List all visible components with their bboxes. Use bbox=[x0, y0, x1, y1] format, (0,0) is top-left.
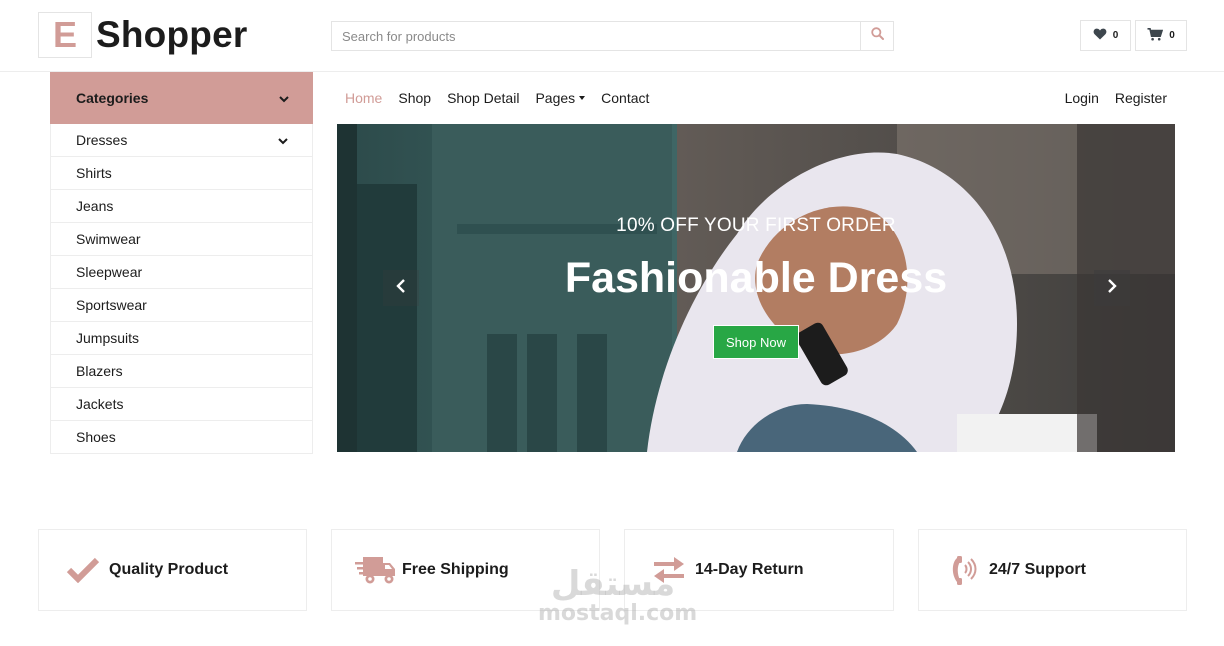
chevron-left-icon bbox=[396, 278, 406, 298]
wishlist-button[interactable]: 0 bbox=[1080, 20, 1131, 51]
feature-free-shipping: Free Shipping bbox=[331, 529, 600, 611]
category-item-sleepwear[interactable]: Sleepwear bbox=[51, 256, 312, 289]
logo[interactable]: E Shopper bbox=[38, 12, 247, 58]
nav-link-shop-detail[interactable]: Shop Detail bbox=[447, 90, 519, 106]
category-label: Blazers bbox=[76, 363, 123, 379]
category-item-jeans[interactable]: Jeans bbox=[51, 190, 312, 223]
hero-carousel: 10% OFF YOUR FIRST ORDER Fashionable Dre… bbox=[337, 124, 1175, 452]
category-label: Sleepwear bbox=[76, 264, 143, 280]
chevron-right-icon bbox=[1107, 278, 1117, 298]
category-label: Jumpsuits bbox=[76, 330, 140, 346]
category-item-jumpsuits[interactable]: Jumpsuits bbox=[51, 322, 312, 355]
nav-link-contact[interactable]: Contact bbox=[601, 90, 649, 106]
categories-toggle[interactable]: Categories bbox=[50, 72, 313, 124]
nav-link-shop[interactable]: Shop bbox=[398, 90, 431, 106]
category-label: Jeans bbox=[76, 198, 114, 214]
auth-links: Login Register bbox=[1049, 90, 1175, 106]
carousel-next-button[interactable] bbox=[1094, 270, 1130, 306]
category-label: Sportswear bbox=[76, 297, 147, 313]
cart-button[interactable]: 0 bbox=[1135, 20, 1187, 51]
category-item-swimwear[interactable]: Swimwear bbox=[51, 223, 312, 256]
feature-label: 24/7 Support bbox=[989, 561, 1086, 578]
category-label: Shoes bbox=[76, 429, 116, 445]
feature-quality-product: Quality Product bbox=[38, 529, 307, 611]
feature-day-return: 14-Day Return bbox=[624, 529, 894, 611]
search-button[interactable] bbox=[860, 21, 894, 51]
feature-label: 14-Day Return bbox=[695, 561, 804, 578]
search-bar bbox=[331, 21, 894, 51]
feature-label: Free Shipping bbox=[402, 561, 509, 578]
logo-name: Shopper bbox=[96, 14, 248, 55]
category-item-shoes[interactable]: Shoes bbox=[51, 421, 312, 454]
chevron-down-icon bbox=[278, 132, 288, 148]
nav-link-register[interactable]: Register bbox=[1115, 90, 1167, 106]
feature-support: 24/7 Support bbox=[918, 529, 1187, 611]
exchange-icon bbox=[647, 550, 691, 590]
categories-title: Categories bbox=[76, 90, 149, 106]
chevron-down-icon bbox=[279, 90, 289, 106]
shop-now-button[interactable]: Shop Now bbox=[713, 325, 799, 359]
hero-title: Fashionable Dress bbox=[564, 254, 948, 302]
category-list: Dresses Shirts Jeans Swimwear Sleepwear … bbox=[50, 124, 313, 454]
hero-subtitle: 10% OFF YOUR FIRST ORDER bbox=[616, 215, 896, 236]
category-item-shirts[interactable]: Shirts bbox=[51, 157, 312, 190]
heart-icon bbox=[1093, 28, 1107, 43]
nav-pages-label: Pages bbox=[535, 90, 576, 106]
nav-link-pages[interactable]: Pages bbox=[535, 90, 586, 106]
category-item-blazers[interactable]: Blazers bbox=[51, 355, 312, 388]
cart-icon bbox=[1147, 27, 1164, 44]
logo-letter: E bbox=[38, 12, 92, 58]
nav-link-login[interactable]: Login bbox=[1065, 90, 1099, 106]
search-input[interactable] bbox=[331, 21, 860, 51]
wishlist-count: 0 bbox=[1112, 30, 1119, 41]
category-item-sportswear[interactable]: Sportswear bbox=[51, 289, 312, 322]
top-bar: E Shopper 0 0 bbox=[0, 0, 1224, 72]
category-label: Shirts bbox=[76, 165, 112, 181]
carousel-prev-button[interactable] bbox=[383, 270, 419, 306]
category-item-jackets[interactable]: Jackets bbox=[51, 388, 312, 421]
category-label: Swimwear bbox=[76, 231, 141, 247]
cart-count: 0 bbox=[1169, 30, 1175, 41]
main-nav: Home Shop Shop Detail Pages Contact Logi… bbox=[337, 72, 1175, 124]
truck-icon bbox=[354, 550, 398, 590]
feature-label: Quality Product bbox=[109, 561, 229, 578]
category-label: Jackets bbox=[76, 396, 124, 412]
phone-volume-icon bbox=[941, 550, 985, 590]
search-icon bbox=[870, 27, 884, 45]
caret-down-icon bbox=[579, 96, 586, 100]
category-item-dresses[interactable]: Dresses bbox=[51, 124, 312, 157]
check-icon bbox=[61, 550, 105, 590]
nav-link-home[interactable]: Home bbox=[345, 90, 382, 106]
category-label: Dresses bbox=[76, 132, 128, 148]
